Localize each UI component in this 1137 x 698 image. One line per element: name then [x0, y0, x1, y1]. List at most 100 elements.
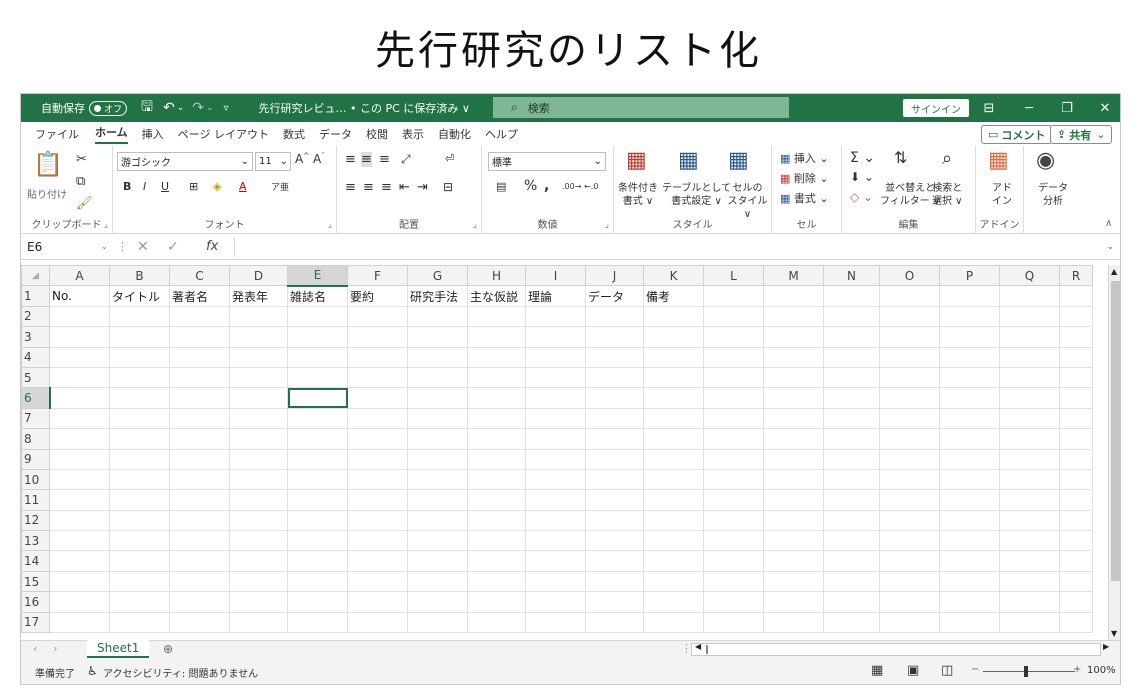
- cell-P13[interactable]: [939, 530, 1000, 552]
- cell-R7[interactable]: [1059, 407, 1093, 430]
- cell-B15[interactable]: [109, 570, 170, 593]
- cell-L12[interactable]: [703, 509, 764, 532]
- column-header[interactable]: J: [585, 264, 644, 287]
- cell-A1[interactable]: No.: [49, 285, 110, 307]
- cell-H13[interactable]: [467, 530, 526, 552]
- vertical-scroll-thumb[interactable]: [1111, 281, 1120, 581]
- insert-function-icon[interactable]: fx: [206, 239, 218, 254]
- cell-Q3[interactable]: [999, 326, 1060, 348]
- cell-P7[interactable]: [939, 407, 1000, 430]
- cell-H8[interactable]: [467, 428, 526, 450]
- cell-I13[interactable]: [525, 530, 586, 552]
- tab-data[interactable]: データ: [319, 126, 352, 142]
- row-header[interactable]: 8: [21, 428, 50, 450]
- format-cells-button[interactable]: ▦ 書式 ⌄: [780, 190, 829, 206]
- cell-D4[interactable]: [229, 346, 288, 368]
- percent-icon[interactable]: %: [524, 178, 537, 194]
- cell-D5[interactable]: [229, 366, 288, 389]
- cell-Q1[interactable]: [999, 285, 1060, 307]
- cell-I8[interactable]: [525, 428, 586, 450]
- cell-Q11[interactable]: [999, 489, 1060, 511]
- cell-H12[interactable]: [467, 509, 526, 532]
- cell-G11[interactable]: [407, 489, 468, 511]
- wrap-text-icon[interactable]: ⏎: [445, 152, 454, 165]
- cell-P2[interactable]: [939, 305, 1000, 328]
- cell-B9[interactable]: [109, 448, 170, 470]
- cell-L7[interactable]: [703, 407, 764, 430]
- cell-K9[interactable]: [643, 448, 704, 470]
- cell-D15[interactable]: [229, 570, 288, 593]
- cell-F13[interactable]: [347, 530, 408, 552]
- column-header[interactable]: M: [763, 264, 824, 287]
- cell-C17[interactable]: [169, 611, 230, 634]
- cell-K14[interactable]: [643, 550, 704, 572]
- cell-I2[interactable]: [525, 305, 586, 328]
- cell-E17[interactable]: [287, 611, 348, 634]
- cell-N8[interactable]: [823, 428, 880, 450]
- increase-indent-icon[interactable]: ⇥: [417, 180, 428, 195]
- cell-E5[interactable]: [287, 366, 348, 389]
- increase-font-icon[interactable]: A^: [295, 152, 309, 166]
- number-format-select[interactable]: 標準 ⌄: [488, 152, 606, 171]
- cell-N3[interactable]: [823, 326, 880, 348]
- fill-icon[interactable]: ⬇ ⌄: [850, 170, 874, 184]
- new-sheet-icon[interactable]: ⊕: [163, 642, 173, 656]
- cell-K10[interactable]: [643, 468, 704, 491]
- cell-H11[interactable]: [467, 489, 526, 511]
- cell-G15[interactable]: [407, 570, 468, 593]
- cell-G3[interactable]: [407, 326, 468, 348]
- cell-E11[interactable]: [287, 489, 348, 511]
- cell-N9[interactable]: [823, 448, 880, 470]
- cell-Q2[interactable]: [999, 305, 1060, 328]
- cell-R15[interactable]: [1059, 570, 1093, 593]
- analyze-data-button[interactable]: データ 分析: [1038, 182, 1068, 208]
- cell-B17[interactable]: [109, 611, 170, 634]
- normal-view-icon[interactable]: ▦: [871, 663, 883, 678]
- cell-O12[interactable]: [879, 509, 940, 532]
- cell-I4[interactable]: [525, 346, 586, 368]
- insert-cells-button[interactable]: ▦ 挿入 ⌄: [780, 150, 829, 166]
- worksheet-grid[interactable]: ◢ A B C D E F G H I J K L M N O P Q R 1 No. タイトル 著者名 発表年 雑誌名 要約研…: [21, 264, 1108, 640]
- cell-Q15[interactable]: [999, 570, 1060, 593]
- column-header[interactable]: K: [643, 264, 704, 287]
- cell-B3[interactable]: [109, 326, 170, 348]
- orientation-icon[interactable]: ⤢: [401, 152, 411, 167]
- cell-G8[interactable]: [407, 428, 468, 450]
- cell-L13[interactable]: [703, 530, 764, 552]
- scroll-right-icon[interactable]: ▶: [1103, 642, 1109, 651]
- cell-F3[interactable]: [347, 326, 408, 348]
- cell-B4[interactable]: [109, 346, 170, 368]
- tab-view[interactable]: 表示: [402, 126, 424, 142]
- search-box[interactable]: ⌕ 検索: [493, 97, 789, 118]
- cell-C14[interactable]: [169, 550, 230, 572]
- cell-A14[interactable]: [49, 550, 110, 572]
- zoom-level[interactable]: 100%: [1087, 665, 1116, 676]
- cell-L15[interactable]: [703, 570, 764, 593]
- decrease-font-icon[interactable]: Aˇ: [313, 152, 325, 166]
- column-header[interactable]: F: [347, 264, 408, 287]
- cell-L4[interactable]: [703, 346, 764, 368]
- cell-E10[interactable]: [287, 468, 348, 491]
- save-icon[interactable]: 🖫: [141, 96, 153, 120]
- cell-K16[interactable]: [643, 591, 704, 613]
- accessibility-icon[interactable]: ♿: [87, 664, 98, 678]
- align-bottom-icon[interactable]: ≡: [379, 152, 390, 167]
- cell-B13[interactable]: [109, 530, 170, 552]
- cell-I1[interactable]: 理論: [525, 285, 586, 307]
- find-select-icon[interactable]: ⌕: [942, 148, 952, 169]
- cell-O17[interactable]: [879, 611, 940, 634]
- cell-B14[interactable]: [109, 550, 170, 572]
- column-header[interactable]: E: [287, 264, 348, 287]
- cell-A13[interactable]: [49, 530, 110, 552]
- row-header[interactable]: 6: [21, 387, 51, 409]
- cell-L1[interactable]: [703, 285, 764, 307]
- scroll-left-icon[interactable]: ◀: [695, 642, 701, 651]
- bold-icon[interactable]: B: [123, 180, 131, 193]
- font-name-select[interactable]: 游ゴシック ⌄: [117, 152, 253, 171]
- conditional-format-icon[interactable]: ▦: [626, 148, 647, 173]
- cell-A6[interactable]: [49, 387, 110, 409]
- undo-dropdown-icon[interactable]: ⌄: [177, 103, 185, 113]
- cell-K2[interactable]: [643, 305, 704, 328]
- clipboard-launcher-icon[interactable]: ⌟: [104, 220, 108, 230]
- cell-P10[interactable]: [939, 468, 1000, 491]
